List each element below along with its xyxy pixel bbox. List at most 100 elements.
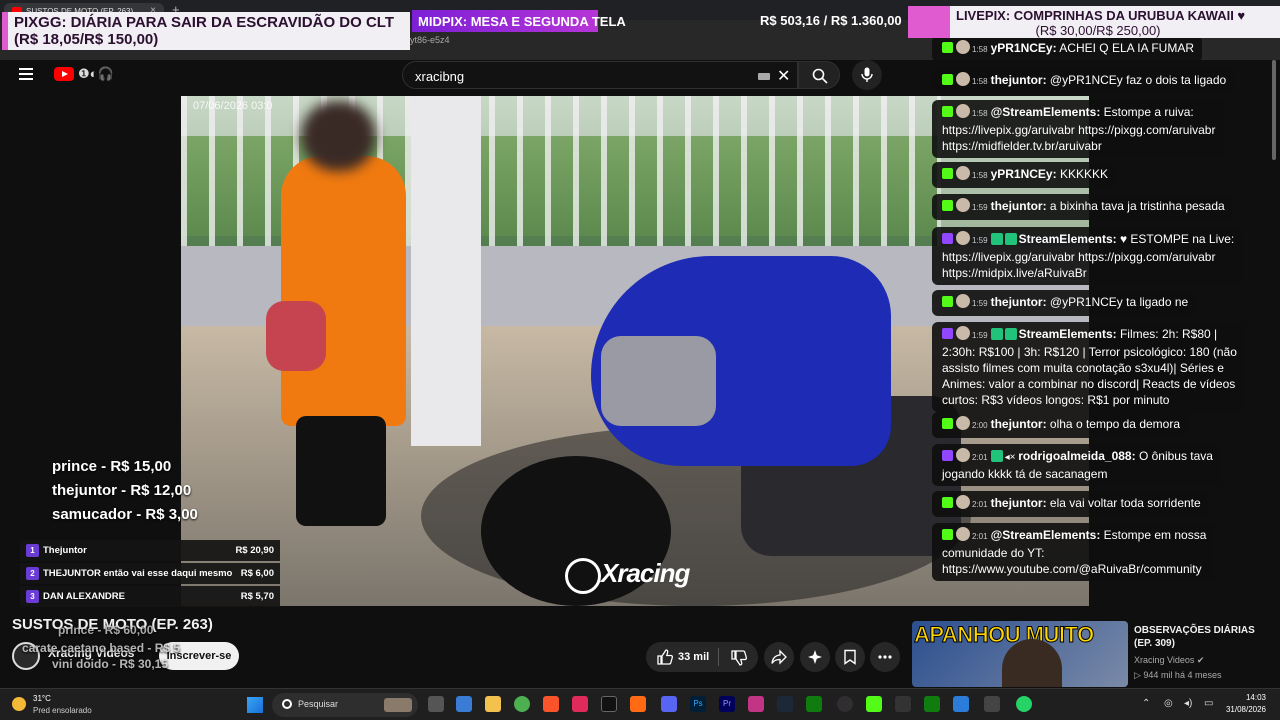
- chat-text-line: https://midpix.live/aRuivaBr: [942, 266, 1087, 280]
- user-avatar: [956, 448, 970, 462]
- donor-entry: prince - R$ 15,00: [52, 458, 172, 475]
- task-view-icon[interactable]: [428, 696, 444, 712]
- kick-icon: [942, 74, 953, 85]
- like-dislike-group: 33 mil: [646, 642, 758, 672]
- chat-text: Estompe em nossa: [1103, 528, 1207, 542]
- dislike-icon[interactable]: [730, 649, 748, 667]
- microphone-icon: [861, 67, 873, 82]
- weather-temperature[interactable]: 31°C: [33, 694, 51, 703]
- brave-icon[interactable]: [543, 696, 559, 712]
- chat-time: 1:59: [972, 203, 988, 212]
- tiktok-icon[interactable]: [601, 696, 617, 712]
- donor-ranking-overlay: 1 Thejuntor R$ 20,90 2 THEJUNTOR então v…: [20, 540, 280, 609]
- file-explorer-icon[interactable]: [485, 696, 501, 712]
- keyboard-icon[interactable]: [758, 73, 770, 80]
- xbox-icon[interactable]: [806, 696, 822, 712]
- chat-text: O ônibus tava: [1138, 449, 1213, 463]
- chat-user: thejuntor:: [990, 295, 1047, 309]
- app-icon[interactable]: [984, 696, 1000, 712]
- user-avatar: [956, 40, 970, 54]
- video-scene-handbag: [266, 301, 326, 371]
- xbox-app-icon[interactable]: [924, 696, 940, 712]
- widgets-icon[interactable]: [456, 696, 472, 712]
- video-watermark: Xracing: [601, 558, 690, 588]
- firefox-icon[interactable]: [630, 696, 646, 712]
- photoshop-icon[interactable]: Ps: [690, 696, 706, 712]
- whatsapp-icon[interactable]: [1016, 696, 1032, 712]
- chat-text: @yPR1NCEy ta ligado ne: [1049, 295, 1189, 309]
- kick-app-icon[interactable]: [866, 696, 882, 712]
- discord-icon[interactable]: [661, 696, 677, 712]
- ranking-row: 3 DAN ALEXANDRE R$ 5,70: [20, 586, 280, 607]
- game-controller-icon[interactable]: [895, 696, 911, 712]
- menu-icon[interactable]: [19, 68, 33, 80]
- chat-text: olha o tempo da demora: [1049, 417, 1181, 431]
- chevron-up-icon[interactable]: ⌃: [1142, 698, 1150, 709]
- share-button[interactable]: [764, 642, 794, 672]
- taskbar-search[interactable]: Pesquisar: [272, 693, 418, 717]
- muted-speaker-icon: ◂×: [1004, 452, 1019, 463]
- volume-icon[interactable]: ◂): [1184, 698, 1192, 709]
- clock-date[interactable]: 31/08/2026: [1222, 705, 1266, 714]
- user-avatar: [956, 166, 970, 180]
- video-scene-blurred-face: [301, 101, 376, 171]
- chat-user: yPR1NCEy:: [990, 167, 1057, 181]
- related-video-meta: ▷ 944 mil há 4 meses: [1134, 670, 1221, 681]
- midpix-goal-title: MIDPIX: MESA E SEGUNDA TELA: [412, 10, 626, 32]
- battery-icon[interactable]: ▭: [1204, 698, 1213, 709]
- instagram-icon[interactable]: [748, 696, 764, 712]
- chat-text-line: Animes: valor a combinar no discord| Rea…: [942, 377, 1236, 391]
- premiere-icon[interactable]: Pr: [719, 696, 735, 712]
- related-thumbnail-text: APANHOU MUITO: [914, 622, 1095, 648]
- windows-taskbar: 31°C Pred ensolarado Pesquisar Ps Pr ⌃ ◎…: [0, 688, 1280, 720]
- search-input[interactable]: [415, 69, 745, 84]
- steam-icon[interactable]: [777, 696, 793, 712]
- livepix-goal-title: LIVEPIX: COMPRINHAS DA URUBUA KAWAII ♥: [956, 8, 1246, 23]
- livepix-goal-overlay: LIVEPIX: COMPRINHAS DA URUBUA KAWAII ♥ (…: [908, 6, 1280, 38]
- save-button[interactable]: [835, 642, 865, 672]
- youtube-logo-icon[interactable]: [54, 67, 74, 81]
- screen: SUSTOS DE MOTO (EP. 263) × + yt86-e5z4 P…: [0, 0, 1280, 720]
- more-actions-button[interactable]: [870, 642, 900, 672]
- youtube-masthead: ❶◐🎧 ✕: [0, 55, 940, 95]
- like-icon[interactable]: [656, 648, 674, 666]
- chat-user: thejuntor:: [990, 496, 1047, 510]
- sparkle-icon: [808, 650, 822, 664]
- network-icon[interactable]: ◎: [1164, 698, 1173, 709]
- chat-text-line: curtos: R$3 vídeos longos: R$1 por minut…: [942, 393, 1170, 407]
- chrome-icon[interactable]: [514, 696, 530, 712]
- kick-icon: [942, 200, 953, 211]
- more-horizontal-icon: [878, 655, 892, 659]
- windows-start-icon[interactable]: [247, 697, 263, 713]
- chat-scrollbar[interactable]: [1272, 60, 1276, 160]
- user-avatar: [956, 495, 970, 509]
- related-video-title[interactable]: OBSERVAÇÕES DIÁRIAS (EP. 309): [1134, 624, 1274, 650]
- search-button[interactable]: [798, 61, 840, 89]
- chat-text-line: https://livepix.gg/aruivabr https://pixg…: [942, 250, 1216, 264]
- clear-search-icon[interactable]: ✕: [777, 66, 790, 86]
- kick-icon: [942, 418, 953, 429]
- logo-doodle-icon[interactable]: ❶◐🎧: [78, 66, 114, 82]
- clock-time[interactable]: 14:03: [1222, 693, 1266, 702]
- related-video-thumbnail[interactable]: APANHOU MUITO: [912, 621, 1128, 687]
- tiktok-studio-icon[interactable]: [572, 696, 588, 712]
- chat-message: 1:59 StreamElements: ♥ ESTOMPE na Live: ht…: [932, 227, 1243, 285]
- ask-ai-button[interactable]: [800, 642, 830, 672]
- top-donors-overlay: prince - R$ 15,00 thejuntor - R$ 12,00 s…: [52, 456, 198, 528]
- chat-time: 1:58: [972, 171, 988, 180]
- obs-icon[interactable]: [837, 696, 853, 712]
- ranking-row: 1 Thejuntor R$ 20,90: [20, 540, 280, 561]
- moderator-badge-icon: [990, 328, 1003, 340]
- app-icon[interactable]: [953, 696, 969, 712]
- related-video-channel[interactable]: Xracing Videos ✔: [1134, 655, 1204, 666]
- chat-time: 1:58: [972, 109, 988, 118]
- chat-text-line: https://livepix.gg/aruivabr https://pixg…: [942, 123, 1216, 137]
- chat-time: 2:01: [972, 453, 988, 462]
- chat-user: thejuntor:: [990, 73, 1047, 87]
- weather-description[interactable]: Pred ensolarado: [33, 706, 92, 715]
- search-icon: [282, 699, 292, 709]
- voice-search-button[interactable]: [852, 60, 882, 90]
- bot-badge-icon: [1004, 233, 1017, 245]
- chat-text: KKKKKK: [1059, 167, 1108, 181]
- weather-sun-icon[interactable]: [12, 697, 26, 711]
